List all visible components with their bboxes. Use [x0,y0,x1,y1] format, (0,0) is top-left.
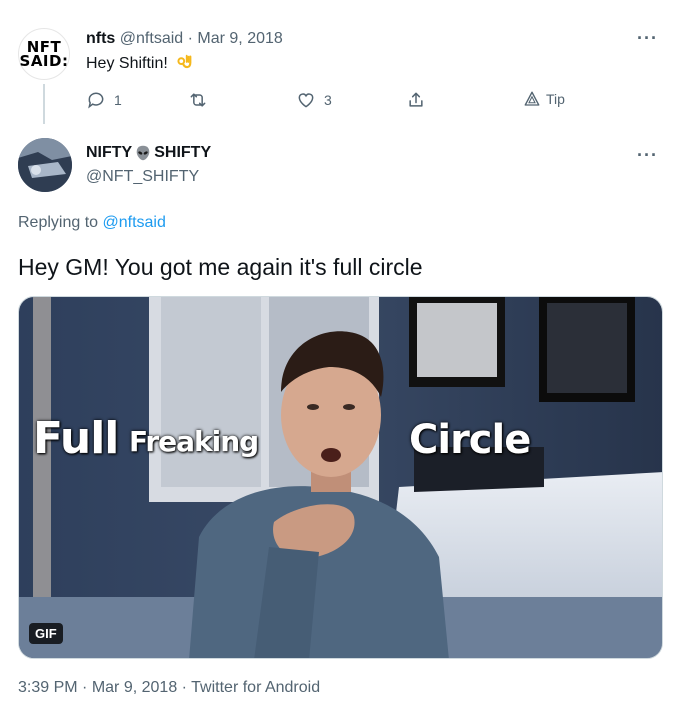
display-name[interactable]: nfts [86,30,115,47]
replying-to: Replying to @nftsaid [18,214,166,232]
retweet-icon [190,93,206,107]
tweet-text: Hey Shiftin! [86,53,193,75]
reply-count: 1 [114,92,122,108]
thread-connector [43,84,45,124]
more-options-button[interactable]: ··· [637,28,658,49]
avatar-text-line2: SAID: [19,52,69,70]
tweet-time[interactable]: 3:39 PM [18,679,78,696]
display-name-part1: NIFTY [86,144,133,161]
gif-badge: GIF [29,623,63,644]
display-name-part2: SHIFTY [154,144,212,161]
tweet-header: nfts @nftsaid · Mar 9, 2018 [86,29,283,49]
share-icon [409,92,423,107]
handle[interactable]: @NFT_SHIFTY [86,168,199,186]
reply-button[interactable]: 1 [86,90,122,110]
tweet-actions: 1 3 Tip [86,90,586,114]
separator: · [187,30,193,47]
heart-icon [298,93,314,108]
tip-label: Tip [546,91,565,107]
alien-icon [136,145,150,161]
avatar[interactable] [18,138,72,192]
replying-to-link[interactable]: @nftsaid [103,214,166,231]
tweet-footer: 3:39 PM · Mar 9, 2018 · Twitter for Andr… [18,679,320,697]
gif-frame [19,297,662,658]
tweet-source[interactable]: Twitter for Android [191,679,320,696]
ok-hand-icon [177,54,192,69]
share-button[interactable] [406,90,426,110]
more-options-button[interactable]: ··· [637,145,658,166]
tip-button[interactable]: Tip [523,90,565,108]
tweet-text: Hey GM! You got me again it's full circl… [18,254,423,280]
parent-tweet[interactable]: NFT SAID: nfts @nftsaid · Mar 9, 2018 ··… [0,0,680,128]
gif-caption-1: Full [33,413,119,464]
separator: · [181,679,187,696]
reply-icon [88,92,104,109]
like-count: 3 [324,92,332,108]
replying-prefix: Replying to [18,214,99,231]
like-button[interactable]: 3 [296,90,332,110]
tweet-date[interactable]: Mar 9, 2018 [197,30,282,47]
tweet-text-content: Hey Shiftin! [86,55,168,72]
handle[interactable]: @nftsaid [120,30,183,47]
gif-media[interactable]: Full Freaking Circle GIF [18,296,663,659]
retweet-button[interactable] [188,90,208,110]
avatar[interactable]: NFT SAID: [18,28,70,80]
gif-caption-2: Freaking [129,425,259,458]
display-name[interactable]: NIFTY SHIFTY [86,144,211,162]
gif-caption-3: Circle [409,417,531,463]
separator: · [82,679,88,696]
tip-icon [524,91,540,106]
avatar-image [18,138,72,192]
tweet-date[interactable]: Mar 9, 2018 [92,679,177,696]
